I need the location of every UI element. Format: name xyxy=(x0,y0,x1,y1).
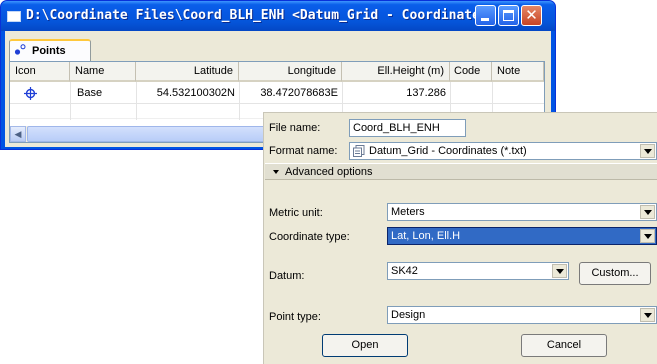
advanced-options-label: Advanced options xyxy=(285,166,373,178)
point-type-select[interactable]: Design xyxy=(387,306,657,324)
points-icon xyxy=(14,44,26,55)
row-divider xyxy=(10,103,544,104)
coordinate-type-value: Lat, Lon, Ell.H xyxy=(391,230,461,242)
close-button[interactable]: ✕ xyxy=(521,5,542,26)
cell-longitude: 38.472078683E xyxy=(260,87,338,99)
column-divider xyxy=(70,82,71,120)
chevron-down-icon[interactable] xyxy=(640,205,655,219)
file-name-input[interactable]: Coord_BLH_ENH xyxy=(349,119,466,137)
window-title: D:\Coordinate Files\Coord_BLH_ENH <Datum… xyxy=(26,8,496,23)
column-header-longitude[interactable]: Longitude xyxy=(239,62,342,82)
open-file-dialog: File name: Coord_BLH_ENH Format name: Da… xyxy=(263,112,657,364)
column-divider xyxy=(136,82,137,120)
window-icon xyxy=(7,11,21,22)
chevron-down-icon[interactable] xyxy=(640,308,655,322)
coordinate-type-select[interactable]: Lat, Lon, Ell.H xyxy=(387,227,657,245)
cancel-button[interactable]: Cancel xyxy=(521,334,607,357)
advanced-options-toggle[interactable]: Advanced options xyxy=(265,163,657,180)
metric-unit-value: Meters xyxy=(391,206,425,218)
open-button[interactable]: Open xyxy=(322,334,408,357)
document-icon xyxy=(353,145,365,157)
crosshair-point-icon xyxy=(24,87,37,100)
column-divider xyxy=(239,82,240,120)
metric-unit-select[interactable]: Meters xyxy=(387,203,657,221)
format-name-select[interactable]: Datum_Grid - Coordinates (*.txt) xyxy=(349,142,657,160)
column-header-latitude[interactable]: Latitude xyxy=(136,62,239,82)
expand-arrow-icon xyxy=(273,170,279,174)
datum-label: Datum: xyxy=(269,270,305,282)
metric-unit-label: Metric unit: xyxy=(269,207,323,219)
format-name-label: Format name: xyxy=(269,145,338,157)
minimize-button[interactable] xyxy=(475,5,496,26)
custom-button[interactable]: Custom... xyxy=(579,262,651,285)
scroll-left-button[interactable]: ◀ xyxy=(10,126,26,142)
chevron-down-icon[interactable] xyxy=(640,229,655,243)
chevron-down-icon[interactable] xyxy=(640,144,655,158)
format-name-value: Datum_Grid - Coordinates (*.txt) xyxy=(369,145,527,157)
tab-points[interactable]: Points xyxy=(9,39,91,61)
column-header-icon[interactable]: Icon xyxy=(10,62,70,82)
point-type-label: Point type: xyxy=(269,311,321,323)
tab-points-label: Points xyxy=(32,45,66,57)
maximize-button[interactable] xyxy=(498,5,519,26)
scrollbar-thumb[interactable] xyxy=(27,126,272,142)
column-header-code[interactable]: Code xyxy=(450,62,492,82)
cell-ell-height: 137.286 xyxy=(406,87,446,99)
close-icon: ✕ xyxy=(525,7,538,24)
chevron-down-icon[interactable] xyxy=(552,264,567,278)
column-header-ell-height[interactable]: Ell.Height (m) xyxy=(342,62,450,82)
maximize-icon xyxy=(503,10,514,21)
datum-select[interactable]: SK42 xyxy=(387,262,569,280)
column-header-name[interactable]: Name xyxy=(70,62,136,82)
point-type-value: Design xyxy=(391,309,426,321)
column-header-note[interactable]: Note xyxy=(492,62,544,82)
file-name-label: File name: xyxy=(269,122,321,134)
cell-name: Base xyxy=(77,87,103,99)
cell-latitude: 54.532100302N xyxy=(156,87,235,99)
coordinate-type-label: Coordinate type: xyxy=(269,231,350,243)
datum-value: SK42 xyxy=(391,265,418,277)
minimize-icon xyxy=(481,18,489,21)
title-bar[interactable]: D:\Coordinate Files\Coord_BLH_ENH <Datum… xyxy=(1,1,555,31)
